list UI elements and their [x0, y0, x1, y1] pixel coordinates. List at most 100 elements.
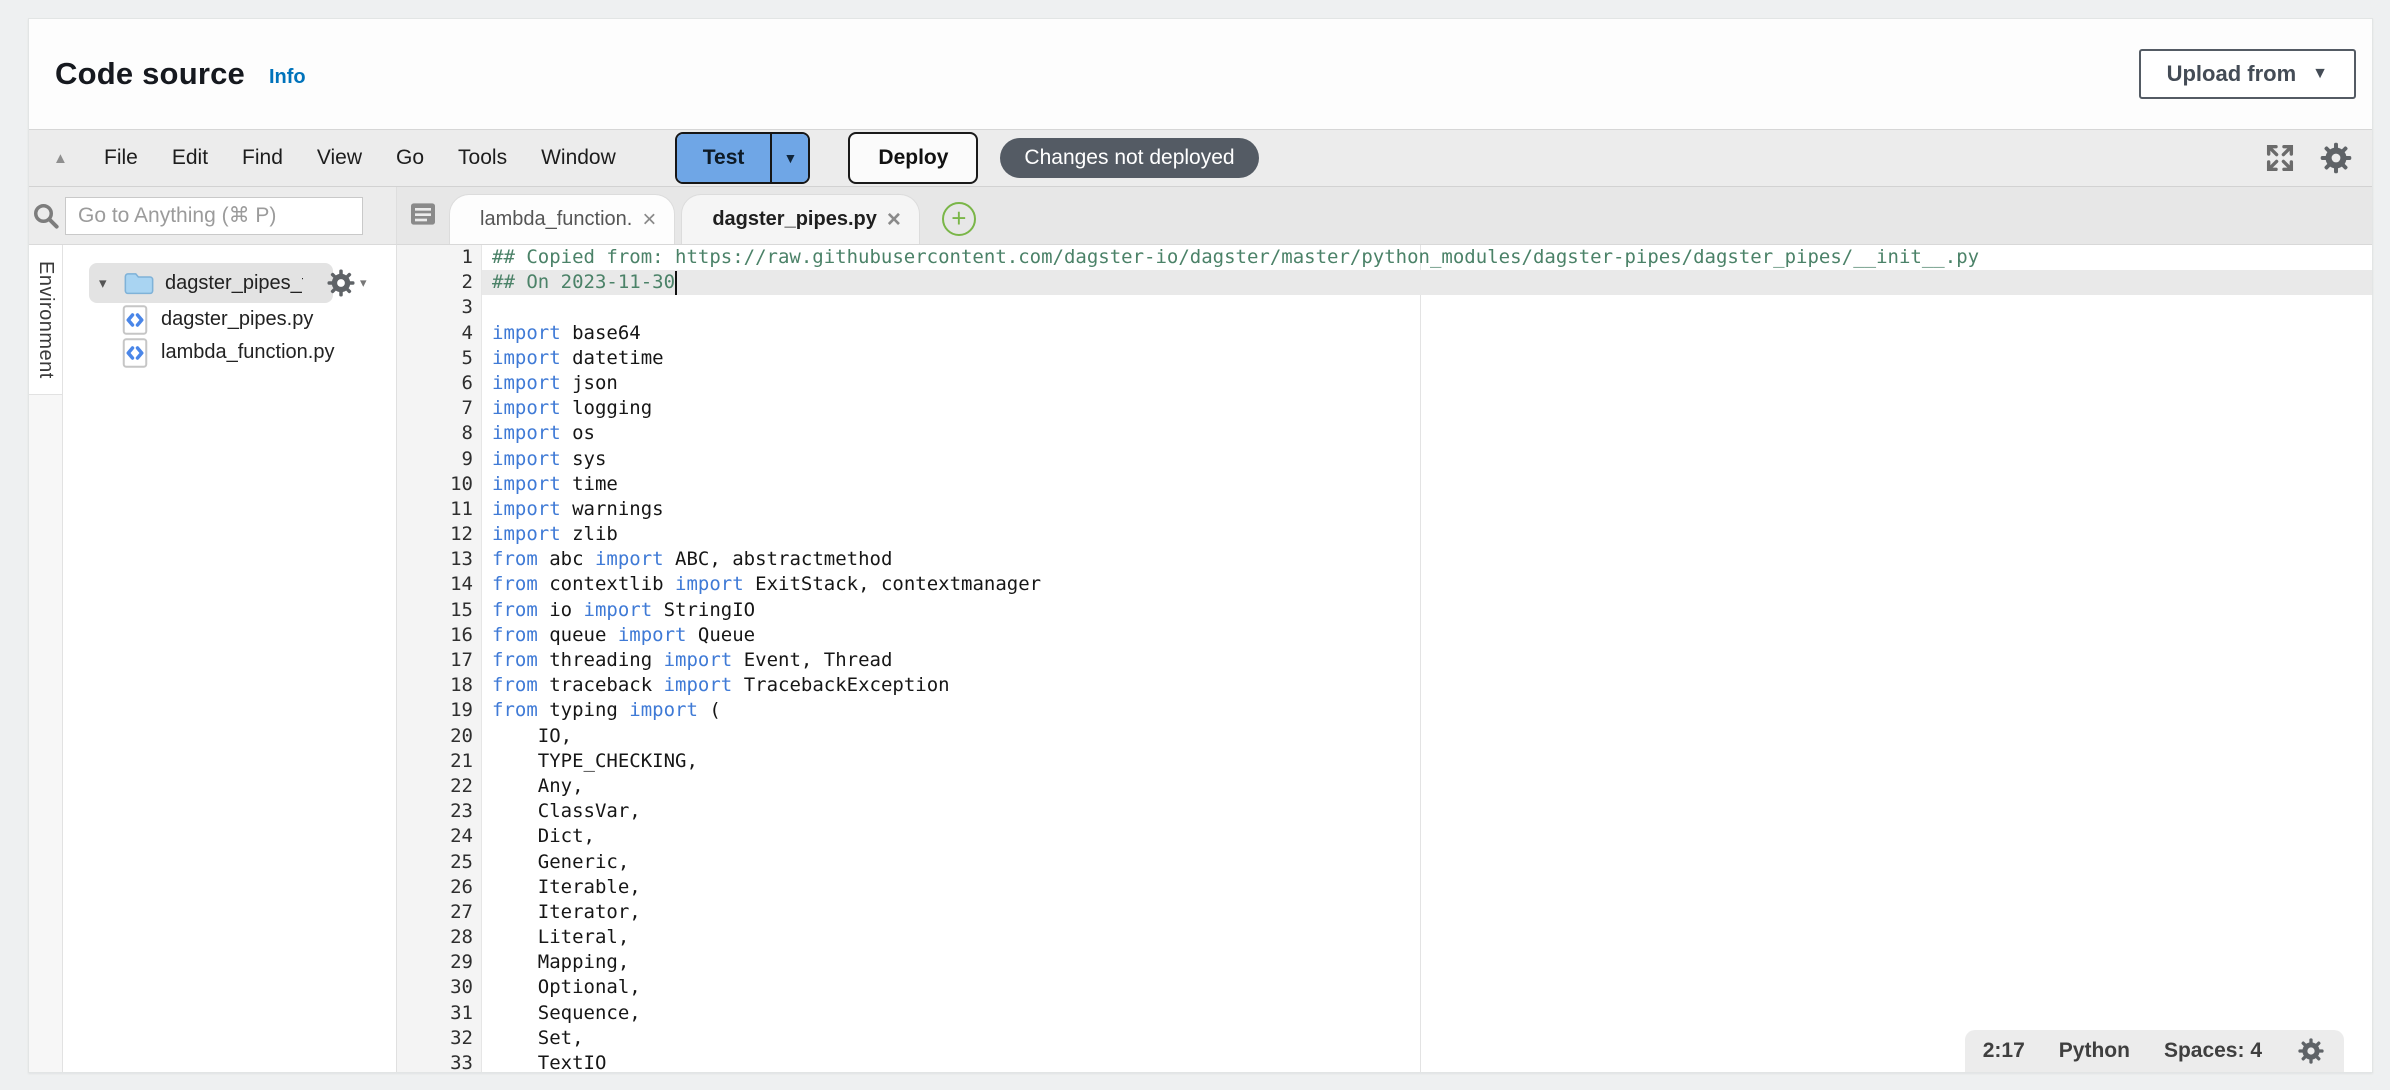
upload-from-button[interactable]: Upload from ▼ [2139, 49, 2356, 99]
code-line[interactable]: from io import StringIO [482, 598, 2372, 623]
code-line[interactable]: Literal, [482, 925, 2372, 950]
code-line[interactable]: ## On 2023-11-30 [482, 270, 2372, 295]
environment-tab[interactable]: Environment [29, 245, 62, 395]
code-line[interactable]: import sys [482, 447, 2372, 472]
code-line[interactable]: from typing import ( [482, 698, 2372, 723]
file-name: lambda_function.py [161, 341, 334, 364]
menu-item-find[interactable]: Find [225, 146, 300, 170]
status-settings-button[interactable] [2296, 1036, 2326, 1066]
editor-settings-button[interactable] [2318, 140, 2354, 176]
code-line[interactable]: Iterator, [482, 900, 2372, 925]
gutter-line-number: 24 [397, 824, 481, 849]
code-line[interactable]: import datetime [482, 346, 2372, 371]
menu-item-go[interactable]: Go [379, 146, 441, 170]
gutter-line-number: 19 [397, 698, 481, 723]
gear-icon [326, 268, 356, 298]
tab-label: lambda_function. [480, 208, 632, 231]
gutter-line-number: 33 [397, 1051, 481, 1072]
tree-file-lambda_function-py[interactable]: lambda_function.py [63, 336, 396, 369]
side-rail: Environment [29, 245, 63, 1072]
tree-file-dagster_pipes-py[interactable]: dagster_pipes.py [63, 303, 396, 336]
close-tab-icon[interactable]: × [642, 208, 656, 232]
gutter-line-number: 14 [397, 572, 481, 597]
menu-item-view[interactable]: View [300, 146, 379, 170]
search-icon[interactable] [31, 201, 61, 231]
gutter-line-number: 4 [397, 321, 481, 346]
code-line[interactable]: import zlib [482, 522, 2372, 547]
indent-setting[interactable]: Spaces: 4 [2164, 1038, 2262, 1063]
editor-tab-lambda_function-[interactable]: lambda_function. × [449, 194, 675, 244]
code-line[interactable]: ClassVar, [482, 799, 2372, 824]
editor-tab-dagster_pipes-py[interactable]: dagster_pipes.py× [681, 194, 920, 244]
code-line[interactable]: ## Copied from: https://raw.githubuserco… [482, 245, 2372, 270]
gutter-line-number: 18 [397, 673, 481, 698]
tab-list-button[interactable] [407, 198, 439, 235]
gutter-line-number: 15 [397, 598, 481, 623]
code-line[interactable]: Dict, [482, 824, 2372, 849]
collapse-editor-icon[interactable]: ▲ [53, 150, 87, 167]
fullscreen-button[interactable] [2262, 140, 2298, 176]
code-line[interactable]: Iterable, [482, 875, 2372, 900]
page-title: Code source [55, 56, 245, 92]
code-line[interactable]: Optional, [482, 975, 2372, 1000]
goto-anything-input[interactable] [65, 197, 363, 235]
gear-icon [2297, 1037, 2325, 1065]
cursor-position[interactable]: 2:17 [1983, 1038, 2025, 1063]
caret-expanded-icon[interactable]: ▾ [99, 274, 123, 292]
menu-item-tools[interactable]: Tools [441, 146, 524, 170]
gutter-line-number: 13 [397, 547, 481, 572]
gutter-line-number: 22 [397, 774, 481, 799]
code-line[interactable]: Any, [482, 774, 2372, 799]
code-line[interactable]: from queue import Queue [482, 623, 2372, 648]
deploy-button[interactable]: Deploy [848, 132, 978, 184]
code-editor[interactable]: 1234567891011121314151617181920212223242… [396, 245, 2372, 1072]
close-tab-icon[interactable]: × [887, 208, 901, 232]
code-line[interactable]: IO, [482, 724, 2372, 749]
gutter-line-number: 6 [397, 371, 481, 396]
code-line[interactable]: import warnings [482, 497, 2372, 522]
gutter-line-number: 2 [397, 270, 481, 295]
menu-item-edit[interactable]: Edit [155, 146, 225, 170]
code-line[interactable]: TYPE_CHECKING, [482, 749, 2372, 774]
menu-item-window[interactable]: Window [524, 146, 633, 170]
code-source-panel: Code source Info Upload from ▼ ▲ FileEdi… [28, 18, 2373, 1073]
code-line[interactable]: from threading import Event, Thread [482, 648, 2372, 673]
tab-bar: lambda_function.×dagster_pipes.py× + [396, 187, 2372, 245]
code-line[interactable]: import time [482, 472, 2372, 497]
code-line[interactable] [482, 295, 2372, 320]
editor-status-bar: 2:17 Python Spaces: 4 [1965, 1030, 2344, 1072]
code-line[interactable]: import json [482, 371, 2372, 396]
info-link[interactable]: Info [269, 66, 306, 89]
code-line[interactable]: from traceback import TracebackException [482, 673, 2372, 698]
new-tab-button[interactable]: + [942, 202, 976, 236]
menu-items: FileEditFindViewGoToolsWindow [87, 146, 633, 170]
code-line[interactable]: Generic, [482, 850, 2372, 875]
gutter-line-number: 23 [397, 799, 481, 824]
language-mode[interactable]: Python [2059, 1038, 2130, 1063]
tabs: lambda_function.×dagster_pipes.py× [449, 194, 926, 244]
test-dropdown[interactable]: ▼ [770, 134, 808, 182]
ide-region: ▲ FileEditFindViewGoToolsWindow Test ▼ D… [29, 129, 2372, 1072]
code-line[interactable]: from contextlib import ExitStack, contex… [482, 572, 2372, 597]
caret-down-icon: ▼ [783, 150, 797, 166]
gutter-line-number: 1 [397, 245, 481, 270]
code-line[interactable]: Mapping, [482, 950, 2372, 975]
gutter-line-number: 8 [397, 421, 481, 446]
gutter-line-number: 26 [397, 875, 481, 900]
caret-down-icon: ▾ [360, 275, 384, 291]
code-line[interactable]: from abc import ABC, abstractmethod [482, 547, 2372, 572]
line-number-gutter: 1234567891011121314151617181920212223242… [397, 245, 482, 1072]
test-button[interactable]: Test ▼ [675, 132, 811, 184]
fullscreen-icon [2263, 141, 2297, 175]
code-line[interactable]: import logging [482, 396, 2372, 421]
menu-item-file[interactable]: File [87, 146, 155, 170]
gutter-line-number: 3 [397, 295, 481, 320]
tree-settings-button[interactable]: ▾ [326, 268, 384, 298]
code-line[interactable]: Sequence, [482, 1001, 2372, 1026]
text-cursor [675, 271, 677, 295]
tree-folder-row[interactable]: ▾ dagster_pipes_funct ▾ [63, 263, 396, 303]
code-line[interactable]: import base64 [482, 321, 2372, 346]
code-line[interactable]: import os [482, 421, 2372, 446]
gutter-line-number: 20 [397, 724, 481, 749]
sidebar-search-row [29, 187, 396, 245]
